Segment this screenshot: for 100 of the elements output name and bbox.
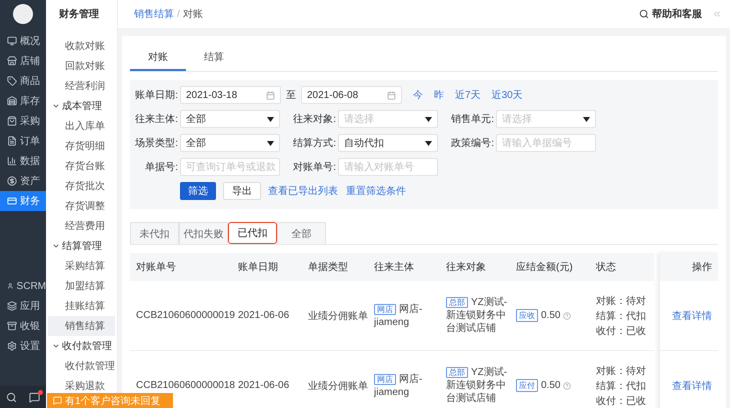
sidebar-item[interactable]: 资产 bbox=[0, 171, 46, 191]
nav-item[interactable]: 采购退款 bbox=[48, 376, 115, 396]
link[interactable]: 重置筛选条件 bbox=[346, 182, 406, 200]
warehouse-icon bbox=[7, 96, 17, 106]
collapse-icon[interactable] bbox=[712, 9, 722, 19]
breadcrumb-item[interactable]: 销售结算 bbox=[134, 7, 174, 21]
detail-link[interactable]: 查看详情 bbox=[672, 378, 712, 392]
nav-item[interactable]: 挂账结算 bbox=[48, 296, 115, 316]
select-field[interactable]: 自动代扣 bbox=[338, 134, 438, 152]
nav-item[interactable]: 加盟结算 bbox=[48, 276, 115, 296]
sidebar-item[interactable]: 采购 bbox=[0, 111, 46, 131]
apps-icon bbox=[7, 301, 17, 311]
sidebar-item[interactable]: 店铺 bbox=[0, 51, 46, 71]
date-field[interactable]: 2021-06-08 bbox=[301, 86, 402, 104]
help-link[interactable]: 帮助和客服 bbox=[639, 7, 702, 21]
nav-item[interactable]: 存货批次 bbox=[48, 176, 115, 196]
status-tab[interactable]: 代扣失败 bbox=[179, 222, 228, 244]
amount-text: 0.50 bbox=[541, 310, 560, 321]
search-icon[interactable] bbox=[6, 392, 17, 402]
caret-icon bbox=[267, 140, 274, 146]
nav-item[interactable]: 出入库单 bbox=[48, 116, 115, 136]
nav-item[interactable]: 存货调整 bbox=[48, 196, 115, 216]
settings-icon bbox=[7, 341, 17, 351]
link[interactable]: 查看已导出列表 bbox=[268, 182, 338, 200]
caret-icon bbox=[425, 116, 432, 122]
tab[interactable]: 结算 bbox=[186, 44, 242, 71]
tab[interactable]: 对账 bbox=[130, 44, 186, 71]
register-icon bbox=[7, 321, 17, 331]
caret-icon bbox=[425, 140, 432, 146]
search-icon bbox=[639, 9, 649, 19]
sidebar-item[interactable]: 设置 bbox=[0, 336, 46, 356]
nav-group[interactable]: 成本管理 bbox=[46, 96, 117, 116]
status-text: 收付：已收 bbox=[596, 324, 646, 338]
nav-item[interactable]: 收款对账 bbox=[48, 36, 115, 56]
field-label: 单据号: bbox=[144, 160, 178, 174]
select-field[interactable]: 全部 bbox=[180, 134, 280, 152]
column-header: 账单日期 bbox=[232, 253, 302, 281]
status-text: 对账：待对 bbox=[596, 294, 646, 308]
store-icon bbox=[7, 56, 17, 66]
party-text: 网店 网店-jiameng bbox=[374, 372, 424, 398]
calendar-icon bbox=[387, 90, 396, 100]
field-label: 对账单号: bbox=[292, 160, 336, 174]
status-tab[interactable]: 已代扣 bbox=[228, 222, 277, 244]
nav-item[interactable]: 经营利润 bbox=[48, 76, 115, 96]
quick-date-link[interactable]: 今 bbox=[413, 88, 423, 102]
field-label: 结算方式: bbox=[292, 136, 336, 150]
store-logo bbox=[13, 4, 33, 24]
chevron-icon bbox=[52, 342, 60, 350]
help-icon[interactable] bbox=[563, 382, 572, 390]
caret-icon bbox=[583, 116, 590, 122]
date-field[interactable]: 2021-03-18 bbox=[180, 86, 281, 104]
sidebar-item[interactable]: 库存 bbox=[0, 91, 46, 111]
quick-date-link[interactable]: 近30天 bbox=[492, 88, 523, 102]
status-text: 结算：代扣 bbox=[596, 380, 646, 392]
sidebar-item[interactable]: 收银 bbox=[0, 316, 46, 336]
sidebar-item[interactable]: 应用 bbox=[0, 296, 46, 316]
bag-icon bbox=[7, 116, 17, 126]
nav-item[interactable]: 经营费用 bbox=[48, 216, 115, 236]
status-text: 收付：已收 bbox=[596, 394, 646, 408]
quick-date-link[interactable]: 近7天 bbox=[455, 88, 481, 102]
nav-item[interactable]: 存货台账 bbox=[48, 156, 115, 176]
table-cell: 业绩分佣账单 bbox=[302, 351, 368, 408]
calendar-icon bbox=[266, 90, 275, 100]
sidebar-item[interactable]: SCRM bbox=[0, 276, 46, 296]
detail-link[interactable]: 查看详情 bbox=[672, 308, 712, 322]
status-tab[interactable]: 未代扣 bbox=[130, 222, 179, 244]
chat-icon[interactable] bbox=[29, 392, 40, 402]
target-text: 总部 YZ测试-新连锁财务中台测试店铺 bbox=[446, 296, 508, 335]
nav-item[interactable]: 回款对账 bbox=[48, 56, 115, 76]
status-text: 结算：代扣 bbox=[596, 310, 646, 322]
sidebar-item[interactable]: 订单 bbox=[0, 131, 46, 151]
nav-item[interactable]: 采购结算 bbox=[48, 256, 115, 276]
section-title: 财务管理 bbox=[58, 8, 100, 22]
nav-group[interactable]: 结算管理 bbox=[46, 236, 117, 256]
select-field[interactable]: 全部 bbox=[180, 110, 280, 128]
nav-item[interactable]: 收付款管理 bbox=[48, 356, 115, 376]
nav-item[interactable]: 存货明细 bbox=[48, 136, 115, 156]
quick-date-link[interactable]: 昨 bbox=[434, 88, 444, 102]
sidebar-item[interactable]: 数据 bbox=[0, 151, 46, 171]
action-button[interactable]: 筛选 bbox=[180, 182, 216, 200]
table-cell: 业绩分佣账单 bbox=[302, 281, 368, 351]
column-header: 对账单号 bbox=[130, 253, 232, 281]
field-label: 政策编号: bbox=[450, 136, 494, 150]
sidebar-item[interactable]: 概况 bbox=[0, 31, 46, 51]
sidebar-item[interactable]: 财务 bbox=[0, 191, 46, 211]
tag-icon bbox=[7, 76, 17, 86]
help-icon[interactable] bbox=[563, 312, 572, 320]
target-text: 总部 YZ测试-新连锁财务中台测试店铺 bbox=[446, 366, 508, 405]
column-header: 往来对象 bbox=[440, 253, 510, 281]
bar-chart-icon bbox=[7, 156, 17, 166]
chevron-icon bbox=[52, 102, 60, 110]
action-button[interactable]: 导出 bbox=[223, 182, 261, 200]
field-label: 销售单元: bbox=[450, 112, 494, 126]
status-tab[interactable]: 全部 bbox=[277, 222, 326, 244]
chat-icon bbox=[53, 396, 62, 405]
nav-item[interactable]: 销售结算 bbox=[48, 316, 115, 336]
column-header: 往来主体 bbox=[368, 253, 440, 281]
nav-group[interactable]: 收付款管理 bbox=[46, 336, 117, 356]
sidebar-item[interactable]: 商品 bbox=[0, 71, 46, 91]
amount-text: 0.50 bbox=[541, 380, 560, 391]
